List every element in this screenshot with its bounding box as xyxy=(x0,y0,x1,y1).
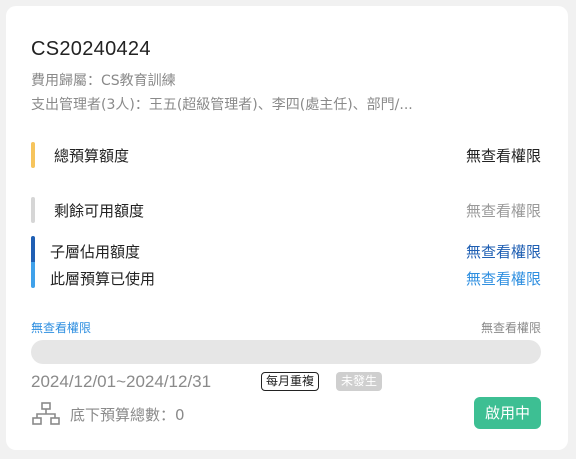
sitemap-icon xyxy=(32,402,60,425)
sub-used-value: 無查看權限 xyxy=(465,243,541,261)
budget-card[interactable]: CS20240424 費用歸屬：CS教育訓練 支出管理者(3人)：王五(超級管理… xyxy=(6,6,568,450)
expense-owner: 費用歸屬：CS教育訓練 xyxy=(31,73,176,89)
total-budget-value: 無查看權限 xyxy=(465,147,541,165)
repeat-tag: 每月重複 xyxy=(261,372,320,391)
remaining-budget-label: 剩餘可用額度 xyxy=(54,202,145,220)
remaining-budget-row: 剩餘可用額度 無查看權限 xyxy=(31,197,541,223)
layer-used-bar xyxy=(31,262,35,288)
sub-budget-count: 底下預算總數：0 xyxy=(70,406,185,424)
usage-group: 子層佔用額度 無查看權限 此層預算已使用 無查看權限 xyxy=(31,232,541,292)
remaining-budget-bar xyxy=(31,197,35,223)
sub-used-bar xyxy=(31,236,35,262)
progress-left-label: 無查看權限 xyxy=(31,321,92,335)
period-range: 2024/12/01~2024/12/31 xyxy=(31,372,212,391)
occur-status-tag: 未發生 xyxy=(336,372,383,391)
progress-right-label: 無查看權限 xyxy=(480,321,541,335)
total-budget-bar xyxy=(31,142,35,168)
total-budget-label: 總預算額度 xyxy=(54,147,130,165)
status-badge: 啟用中 xyxy=(473,397,541,429)
budget-title: CS20240424 xyxy=(31,38,151,60)
total-budget-row: 總預算額度 無查看權限 xyxy=(31,142,541,168)
sub-used-label: 子層佔用額度 xyxy=(50,243,141,261)
managers-list: 支出管理者(3人)：王五(超級管理者)、李四(處主任)、部門/... xyxy=(31,97,413,113)
remaining-budget-value: 無查看權限 xyxy=(465,202,541,220)
budget-progress-bar xyxy=(31,340,541,364)
layer-used-value: 無查看權限 xyxy=(465,270,541,288)
layer-used-label: 此層預算已使用 xyxy=(50,270,156,288)
